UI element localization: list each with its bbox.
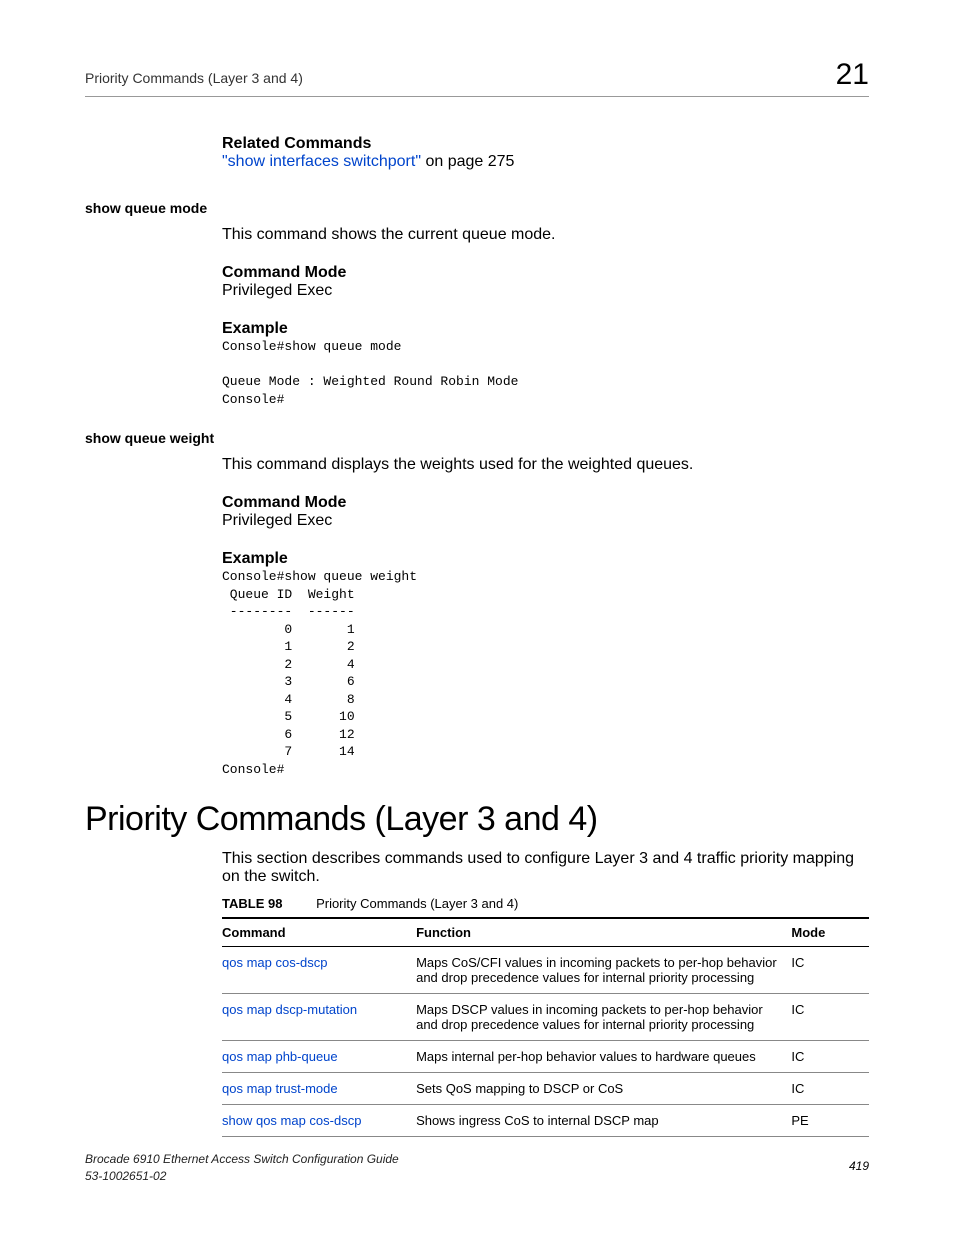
commands-table: Command Function Mode qos map cos-dscp M… bbox=[222, 917, 869, 1137]
link-qos-map-dscp-mutation[interactable]: qos map dscp-mutation bbox=[222, 1002, 357, 1017]
footer-page-number: 419 bbox=[849, 1159, 869, 1173]
footer-part-number: 53-1002651-02 bbox=[85, 1169, 166, 1183]
link-qos-map-cos-dscp[interactable]: qos map cos-dscp bbox=[222, 955, 328, 970]
show-queue-mode-description: This command shows the current queue mod… bbox=[222, 226, 869, 244]
th-function: Function bbox=[416, 918, 791, 947]
example-code-show-queue-mode: Console#show queue mode Queue Mode : Wei… bbox=[222, 338, 869, 408]
cell-function: Shows ingress CoS to internal DSCP map bbox=[416, 1105, 791, 1137]
th-mode: Mode bbox=[791, 918, 869, 947]
show-queue-weight-description: This command displays the weights used f… bbox=[222, 456, 869, 474]
example-code-show-queue-weight: Console#show queue weight Queue ID Weigh… bbox=[222, 568, 869, 779]
header-rule bbox=[85, 96, 869, 97]
table-row: qos map cos-dscp Maps CoS/CFI values in … bbox=[222, 947, 869, 994]
section-title: Priority Commands (Layer 3 and 4) bbox=[85, 800, 598, 839]
link-show-qos-map-cos-dscp[interactable]: show qos map cos-dscp bbox=[222, 1113, 361, 1128]
command-mode-heading: Command Mode bbox=[222, 264, 869, 282]
running-header-title: Priority Commands (Layer 3 and 4) bbox=[85, 70, 303, 86]
cell-mode: IC bbox=[791, 1041, 869, 1073]
cell-mode: IC bbox=[791, 994, 869, 1041]
link-qos-map-trust-mode[interactable]: qos map trust-mode bbox=[222, 1081, 338, 1096]
related-commands-heading: Related Commands bbox=[222, 135, 869, 153]
table-row: show qos map cos-dscp Shows ingress CoS … bbox=[222, 1105, 869, 1137]
th-command: Command bbox=[222, 918, 416, 947]
footer-left: Brocade 6910 Ethernet Access Switch Conf… bbox=[85, 1151, 399, 1185]
link-qos-map-phb-queue[interactable]: qos map phb-queue bbox=[222, 1049, 338, 1064]
table-row: qos map trust-mode Sets QoS mapping to D… bbox=[222, 1073, 869, 1105]
cell-function: Maps internal per-hop behavior values to… bbox=[416, 1041, 791, 1073]
table-caption: Priority Commands (Layer 3 and 4) bbox=[316, 896, 518, 911]
link-tail: on page 275 bbox=[421, 153, 514, 170]
table-label: TABLE 98 bbox=[222, 896, 282, 911]
cmd-heading-show-queue-weight: show queue weight bbox=[85, 430, 214, 446]
cell-function: Sets QoS mapping to DSCP or CoS bbox=[416, 1073, 791, 1105]
command-mode-heading-2: Command Mode bbox=[222, 494, 869, 512]
cell-mode: IC bbox=[791, 1073, 869, 1105]
table-row: qos map phb-queue Maps internal per-hop … bbox=[222, 1041, 869, 1073]
example-heading-2: Example bbox=[222, 550, 869, 568]
cmd-heading-show-queue-mode: show queue mode bbox=[85, 200, 207, 216]
link-show-interfaces-switchport[interactable]: "show interfaces switchport" bbox=[222, 153, 421, 170]
table-row: qos map dscp-mutation Maps DSCP values i… bbox=[222, 994, 869, 1041]
example-heading: Example bbox=[222, 320, 869, 338]
cell-mode: IC bbox=[791, 947, 869, 994]
command-mode-value: Privileged Exec bbox=[222, 282, 869, 300]
cell-function: Maps DSCP values in incoming packets to … bbox=[416, 994, 791, 1041]
footer-doc-title: Brocade 6910 Ethernet Access Switch Conf… bbox=[85, 1152, 399, 1166]
chapter-number: 21 bbox=[836, 58, 869, 92]
command-mode-value-2: Privileged Exec bbox=[222, 512, 869, 530]
cell-mode: PE bbox=[791, 1105, 869, 1137]
cell-function: Maps CoS/CFI values in incoming packets … bbox=[416, 947, 791, 994]
section-intro: This section describes commands used to … bbox=[222, 850, 869, 886]
